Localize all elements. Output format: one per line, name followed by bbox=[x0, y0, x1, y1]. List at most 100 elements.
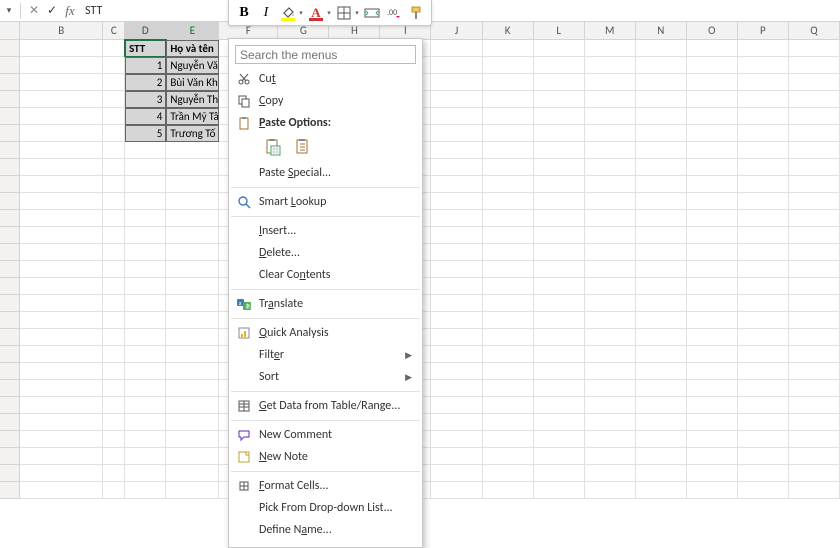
grid-cell[interactable] bbox=[483, 465, 534, 482]
grid-cell[interactable] bbox=[125, 329, 166, 346]
grid-cell[interactable] bbox=[166, 431, 219, 448]
row-header[interactable] bbox=[0, 142, 20, 159]
grid-cell[interactable] bbox=[687, 57, 738, 74]
grid-cell[interactable] bbox=[103, 465, 125, 482]
grid-cell[interactable] bbox=[431, 210, 482, 227]
grid-cell[interactable] bbox=[103, 397, 125, 414]
grid-cell[interactable] bbox=[20, 108, 103, 125]
grid-cell[interactable] bbox=[636, 91, 687, 108]
row-header[interactable] bbox=[0, 431, 20, 448]
grid-cell[interactable] bbox=[789, 210, 840, 227]
grid-cell[interactable] bbox=[20, 176, 103, 193]
grid-cell[interactable] bbox=[166, 346, 219, 363]
grid-cell[interactable] bbox=[125, 227, 166, 244]
grid-cell[interactable] bbox=[431, 125, 482, 142]
merge-center-button[interactable] bbox=[361, 3, 383, 23]
grid-cell[interactable] bbox=[738, 227, 789, 244]
grid-cell[interactable] bbox=[103, 380, 125, 397]
borders-dropdown[interactable]: ▾ bbox=[353, 3, 361, 23]
grid-cell[interactable] bbox=[636, 414, 687, 431]
menu-define-name[interactable]: Define Name... bbox=[229, 519, 422, 541]
grid-cell[interactable] bbox=[687, 142, 738, 159]
grid-cell[interactable] bbox=[687, 227, 738, 244]
grid-cell[interactable] bbox=[431, 261, 482, 278]
grid-cell[interactable] bbox=[166, 142, 219, 159]
grid-cell[interactable] bbox=[103, 431, 125, 448]
grid-cell[interactable] bbox=[789, 414, 840, 431]
grid-cell[interactable] bbox=[103, 363, 125, 380]
grid-cell[interactable] bbox=[585, 346, 636, 363]
grid-cell[interactable] bbox=[738, 244, 789, 261]
grid-cell[interactable] bbox=[534, 142, 585, 159]
grid-cell[interactable] bbox=[20, 465, 103, 482]
grid-cell[interactable] bbox=[483, 414, 534, 431]
grid-cell[interactable] bbox=[687, 380, 738, 397]
grid-cell[interactable] bbox=[789, 397, 840, 414]
grid-cell[interactable] bbox=[431, 227, 482, 244]
grid-cell[interactable] bbox=[738, 210, 789, 227]
grid-cell[interactable]: 3 bbox=[125, 91, 166, 108]
grid-cell[interactable] bbox=[166, 482, 219, 499]
menu-pick-list[interactable]: Pick From Drop-down List... bbox=[229, 497, 422, 519]
grid-cell[interactable] bbox=[585, 193, 636, 210]
grid-cell[interactable] bbox=[103, 346, 125, 363]
grid-cell[interactable] bbox=[687, 482, 738, 499]
grid-cell[interactable] bbox=[738, 91, 789, 108]
row-header[interactable] bbox=[0, 91, 20, 108]
grid-cell[interactable] bbox=[431, 346, 482, 363]
grid-cell[interactable]: 4 bbox=[125, 108, 166, 125]
grid-cell[interactable] bbox=[789, 159, 840, 176]
col-header[interactable]: P bbox=[738, 22, 789, 39]
row-header[interactable] bbox=[0, 57, 20, 74]
row-header[interactable] bbox=[0, 159, 20, 176]
grid-cell[interactable] bbox=[20, 40, 103, 57]
menu-smart-lookup[interactable]: Smart Lookup bbox=[229, 191, 422, 213]
grid-cell[interactable] bbox=[534, 346, 585, 363]
grid-cell[interactable] bbox=[431, 448, 482, 465]
grid-cell[interactable] bbox=[636, 57, 687, 74]
grid-cell[interactable] bbox=[483, 346, 534, 363]
grid-cell[interactable] bbox=[738, 363, 789, 380]
grid-cell[interactable] bbox=[483, 278, 534, 295]
grid-cell[interactable] bbox=[431, 414, 482, 431]
grid-cell[interactable] bbox=[125, 431, 166, 448]
grid-cell[interactable] bbox=[636, 431, 687, 448]
grid-cell[interactable] bbox=[534, 159, 585, 176]
grid-cell[interactable] bbox=[738, 380, 789, 397]
grid-cell[interactable] bbox=[103, 227, 125, 244]
grid-cell[interactable]: Nguyễn Văn bbox=[166, 57, 219, 74]
row-header[interactable] bbox=[0, 244, 20, 261]
grid-cell[interactable] bbox=[585, 278, 636, 295]
grid-cell[interactable] bbox=[534, 261, 585, 278]
confirm-entry-button[interactable]: ✓ bbox=[43, 2, 61, 20]
grid-cell[interactable] bbox=[636, 278, 687, 295]
grid-cell[interactable] bbox=[534, 91, 585, 108]
grid-cell[interactable] bbox=[585, 125, 636, 142]
grid-cell[interactable] bbox=[483, 431, 534, 448]
borders-button[interactable] bbox=[333, 3, 355, 23]
grid-cell[interactable] bbox=[738, 448, 789, 465]
grid-cell[interactable] bbox=[585, 261, 636, 278]
grid-cell[interactable] bbox=[585, 142, 636, 159]
grid-cell[interactable] bbox=[431, 57, 482, 74]
grid-cell[interactable] bbox=[103, 329, 125, 346]
grid-cell[interactable] bbox=[431, 193, 482, 210]
grid-cell[interactable] bbox=[483, 312, 534, 329]
grid-cell[interactable] bbox=[585, 431, 636, 448]
grid-cell[interactable] bbox=[125, 159, 166, 176]
grid-cell[interactable] bbox=[636, 397, 687, 414]
grid-cell[interactable] bbox=[687, 465, 738, 482]
grid-cell[interactable] bbox=[483, 363, 534, 380]
grid-cell[interactable] bbox=[103, 142, 125, 159]
grid-cell[interactable] bbox=[20, 329, 103, 346]
grid-cell[interactable] bbox=[483, 448, 534, 465]
grid-cell[interactable] bbox=[20, 261, 103, 278]
grid-cell[interactable] bbox=[125, 380, 166, 397]
grid-cell[interactable] bbox=[20, 312, 103, 329]
grid-cell[interactable] bbox=[687, 448, 738, 465]
grid-cell[interactable] bbox=[483, 244, 534, 261]
menu-format-cells[interactable]: Format Cells... bbox=[229, 475, 422, 497]
row-header[interactable] bbox=[0, 448, 20, 465]
row-header[interactable] bbox=[0, 397, 20, 414]
grid-cell[interactable] bbox=[534, 482, 585, 499]
